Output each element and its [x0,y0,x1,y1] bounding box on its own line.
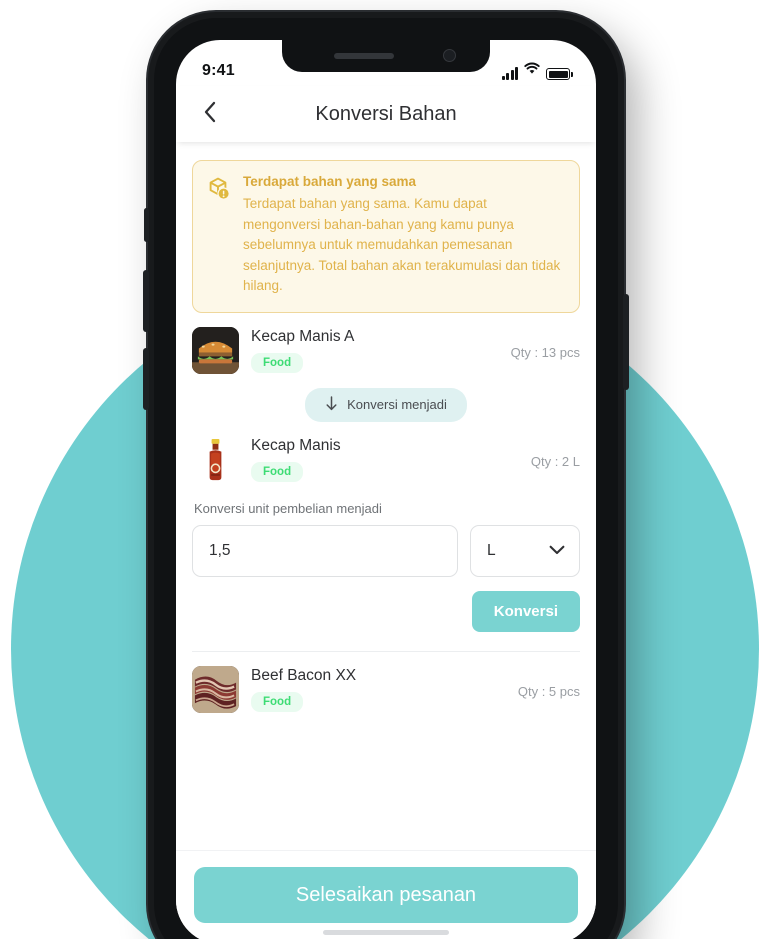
convert-pill-label: Konversi menjadi [347,397,447,413]
burger-photo [192,326,239,374]
phone-power-button[interactable] [623,294,629,390]
ingredient-qty: Qty : 5 pcs [517,683,580,699]
ingredient-name: Beef Bacon XX [251,666,357,684]
conversion-unit-value: L [487,541,496,559]
convert-to-pill[interactable]: Konversi menjadi [305,387,467,422]
convert-pill-wrapper: Konversi menjadi [192,387,580,422]
duplicate-ingredient-warning-banner: Terdapat bahan yang sama Terdapat bahan … [192,160,580,313]
bottom-action-bar: Selesaikan pesanan [176,850,596,939]
package-alert-icon [206,176,232,297]
ingredient-info: Kecap Manis Food [239,436,531,482]
ingredient-name: Kecap Manis A [251,327,355,345]
ingredient-qty: Qty : 13 pcs [510,344,580,360]
wifi-icon [524,62,540,80]
battery-full-icon [546,68,573,80]
conversion-form-inputs: L [192,524,580,577]
category-tag: Food [251,352,304,373]
screenshot-stage: 9:41 Konversi Bahan Terdapat bahan yang … [0,0,770,939]
konversi-button[interactable]: Konversi [471,590,580,632]
earpiece-speaker [334,53,394,59]
back-button[interactable] [186,90,234,138]
phone-screen: 9:41 Konversi Bahan Terdapat bahan yang … [176,40,596,939]
phone-mute-switch[interactable] [144,208,149,242]
ingredient-row[interactable]: Beef Bacon XX Food Qty : 5 pcs [192,652,580,713]
app-header: Konversi Bahan [176,86,596,142]
conversion-submit-row: Konversi [192,590,580,632]
phone-volume-down-button[interactable] [143,348,149,410]
sauce-bottle-photo [192,435,239,483]
conversion-amount-input[interactable] [192,524,458,577]
arrow-down-icon [325,395,338,414]
page-content: Terdapat bahan yang sama Terdapat bahan … [176,142,596,850]
home-indicator [323,930,449,935]
chevron-down-icon [549,542,565,560]
ingredient-name: Kecap Manis [251,436,341,454]
status-bar-icons [501,62,573,80]
ingredient-row[interactable]: Kecap Manis Food Qty : 2 L [192,422,580,483]
bacon-photo [192,665,239,713]
conversion-unit-select[interactable]: L [470,524,580,577]
conversion-form-label: Konversi unit pembelian menjadi [194,500,382,516]
banner-title: Terdapat bahan yang sama [243,174,417,189]
ingredient-info: Kecap Manis A Food [239,327,511,373]
signal-bars-icon [501,67,518,80]
category-tag: Food [251,461,304,482]
status-bar-clock: 9:41 [202,62,235,79]
page-title: Konversi Bahan [315,102,457,125]
ingredient-row[interactable]: Kecap Manis A Food Qty : 13 pcs [192,313,580,374]
finish-order-button[interactable]: Selesaikan pesanan [194,867,578,923]
category-tag: Food [251,691,304,712]
front-camera-icon [443,49,456,62]
ingredient-qty: Qty : 2 L [530,453,580,469]
chevron-left-icon [203,101,217,128]
phone-notch [282,40,490,72]
banner-body: Terdapat bahan yang sama. Kamu dapat men… [243,196,561,294]
ingredient-info: Beef Bacon XX Food [239,666,518,712]
phone-volume-up-button[interactable] [143,270,149,332]
phone-mockup-frame: 9:41 Konversi Bahan Terdapat bahan yang … [143,12,629,939]
